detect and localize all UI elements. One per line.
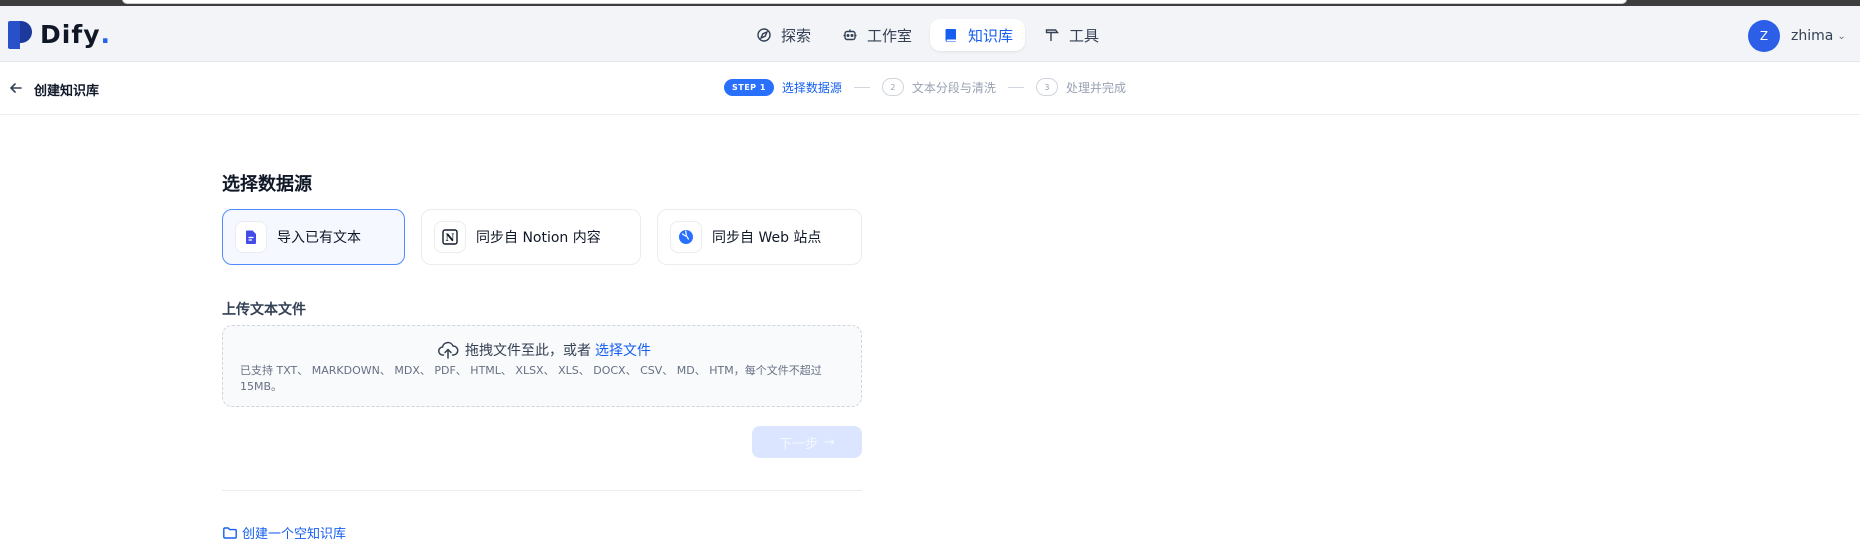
- svg-text:N: N: [445, 233, 454, 244]
- select-file-link[interactable]: 选择文件: [595, 340, 651, 360]
- file-dropzone[interactable]: 拖拽文件至此，或者 选择文件 已支持 TXT、 MARKDOWN、 MDX、 P…: [222, 325, 862, 407]
- arrow-right-icon: →: [824, 434, 835, 450]
- nav-explore-label: 探索: [781, 26, 812, 45]
- nav-knowledge-label: 知识库: [968, 26, 1014, 45]
- upload-title: 上传文本文件: [222, 302, 306, 318]
- page-title: 创建知识库: [34, 84, 100, 99]
- main-nav: 探索 工作室 知识库 工具: [743, 19, 1117, 51]
- nav-tools-label: 工具: [1069, 26, 1100, 45]
- dropzone-text: 拖拽文件至此，或者: [465, 343, 591, 359]
- globe-icon: [670, 221, 702, 253]
- sub-header: 创建知识库 STEP 1 选择数据源 2 文本分段与清洗 3 处理并完成: [0, 62, 1860, 115]
- app-name: Dify: [40, 20, 101, 49]
- step-1-label: 选择数据源: [781, 80, 842, 95]
- next-step-label: 下一步: [779, 436, 819, 452]
- hammer-icon: [1043, 26, 1061, 44]
- next-step-button[interactable]: 下一步 →: [752, 426, 862, 458]
- nav-studio[interactable]: 工作室: [829, 19, 924, 51]
- nav-knowledge[interactable]: 知识库: [930, 19, 1026, 51]
- app-logo-suffix: .: [100, 20, 111, 49]
- nav-studio-label: 工作室: [867, 26, 913, 45]
- step-2-number: 2: [881, 78, 904, 96]
- folder-icon: [222, 525, 238, 541]
- app-header: Dify. 探索 工作室 知识库 工具 Z zhima ⌄: [0, 6, 1860, 62]
- username: zhima: [1791, 28, 1834, 44]
- file-text-icon: [235, 221, 267, 253]
- source-option-web[interactable]: 同步自 Web 站点: [657, 209, 862, 265]
- chevron-down-icon: ⌄: [1837, 30, 1846, 42]
- source-option-file[interactable]: 导入已有文本: [222, 209, 405, 265]
- cloud-upload-icon: [437, 339, 459, 361]
- step-2-label: 文本分段与清洗: [911, 80, 996, 95]
- compass-icon: [755, 26, 773, 44]
- create-empty-kb-link[interactable]: 创建一个空知识库: [222, 523, 346, 542]
- source-option-web-label: 同步自 Web 站点: [712, 230, 822, 246]
- step-separator: [1007, 86, 1024, 88]
- source-option-notion[interactable]: N 同步自 Notion 内容: [421, 209, 641, 265]
- supported-formats-hint: 已支持 TXT、 MARKDOWN、 MDX、 PDF、 HTML、 XLSX、…: [240, 364, 822, 393]
- create-empty-kb-label: 创建一个空知识库: [242, 527, 347, 542]
- back-arrow-icon[interactable]: [7, 79, 25, 97]
- notion-icon: N: [434, 221, 466, 253]
- book-icon: [942, 26, 960, 44]
- avatar: Z: [1748, 20, 1780, 52]
- step-separator: [853, 86, 870, 88]
- section-title: 选择数据源: [222, 174, 312, 195]
- nav-explore[interactable]: 探索: [743, 19, 823, 51]
- user-menu[interactable]: Z zhima ⌄: [1748, 20, 1846, 52]
- stepper: STEP 1 选择数据源 2 文本分段与清洗 3 处理并完成: [724, 78, 1126, 96]
- step-1-badge: STEP 1: [724, 78, 774, 96]
- step-3-label: 处理并完成: [1065, 80, 1126, 95]
- robot-icon: [841, 26, 859, 44]
- nav-tools[interactable]: 工具: [1031, 19, 1111, 51]
- source-option-file-label: 导入已有文本: [277, 230, 361, 246]
- source-option-notion-label: 同步自 Notion 内容: [476, 230, 601, 246]
- dify-logo[interactable]: Dify.: [8, 20, 110, 49]
- step-3-number: 3: [1035, 78, 1058, 96]
- divider: [222, 490, 862, 491]
- dify-logo-mark: [8, 20, 32, 49]
